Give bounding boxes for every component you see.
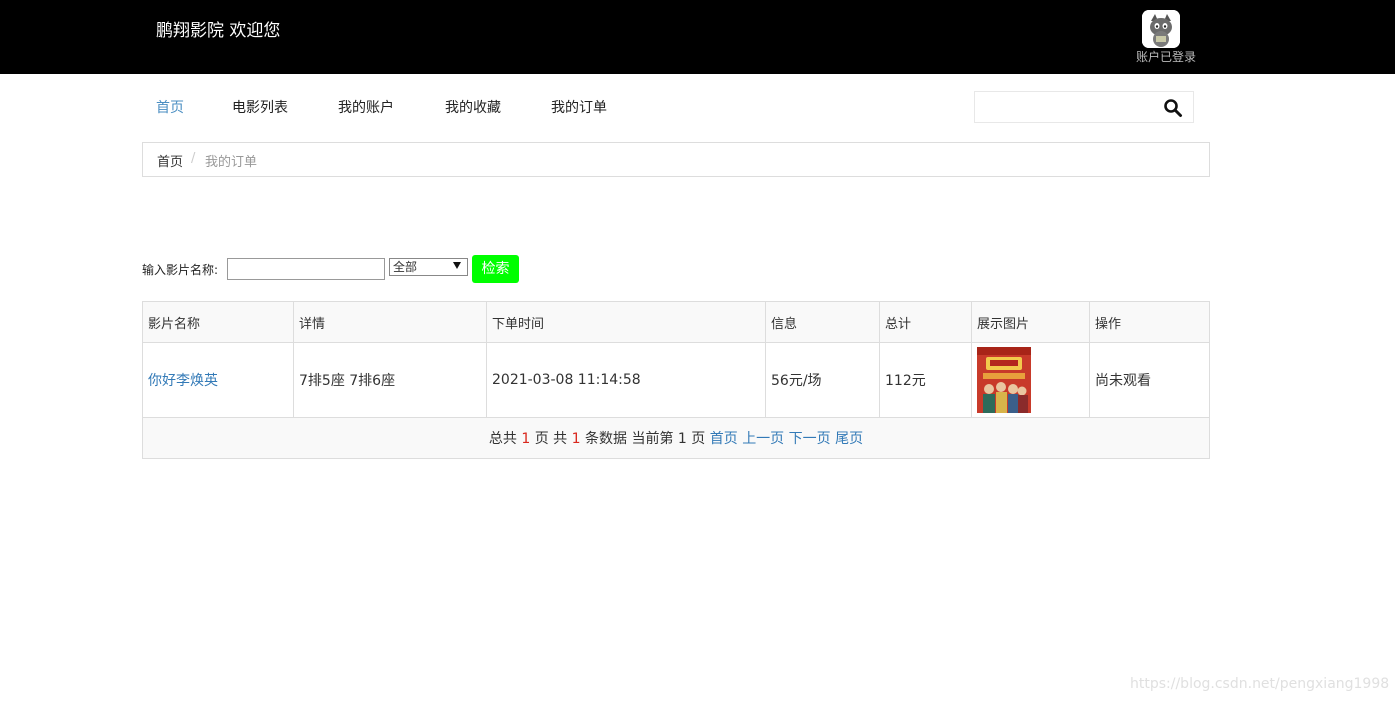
cell-details: 7排5座 7排6座 (293, 342, 487, 418)
cell-order-time: 2021-03-08 11:14:58 (486, 342, 766, 418)
site-brand: 鹏翔影院 欢迎您 (156, 21, 281, 41)
status-select[interactable]: 全部 (389, 258, 468, 276)
top-header: 鹏翔影院 欢迎您 账户已登录 (0, 0, 1395, 74)
cell-total: 112元 (879, 342, 972, 418)
breadcrumb-separator: / (191, 151, 196, 166)
total-pages-count: 1 (521, 431, 531, 447)
watermark: https://blog.csdn.net/pengxiang1998 (1130, 676, 1390, 692)
user-avatar-icon[interactable] (1142, 10, 1180, 48)
movie-poster-image[interactable] (977, 347, 1031, 413)
breadcrumb-current: 我的订单 (205, 155, 258, 170)
first-page-link[interactable]: 首页 (710, 431, 738, 447)
status-select-value: 全部 (393, 260, 418, 274)
movie-title-link[interactable]: 你好李焕英 (148, 373, 218, 389)
pagination: 总共 1 页 共 1 条数据 当前第 1 页 首页 上一页 下一页 尾页 (142, 417, 1210, 459)
cell-poster (971, 342, 1090, 418)
pager-text: 页 共 (534, 431, 568, 447)
dropdown-arrow-icon (453, 262, 461, 269)
movie-name-input[interactable] (227, 258, 385, 280)
pager-text: 总共 (488, 431, 517, 447)
movie-name-label: 输入影片名称: (142, 263, 219, 277)
breadcrumb: 首页 / 我的订单 (142, 142, 1210, 177)
orders-table: 影片名称 详情 下单时间 信息 总计 展示图片 操作 你好李焕英 7排5座 7排… (142, 301, 1210, 459)
cell-action: 尚未观看 (1089, 342, 1210, 418)
next-page-link[interactable]: 下一页 (789, 431, 831, 447)
nav-item-movie-list[interactable]: 电影列表 (232, 97, 288, 117)
table-row: 你好李焕英 7排5座 7排6座 2021-03-08 11:14:58 56元/… (142, 342, 1210, 418)
column-header: 下单时间 (486, 301, 766, 343)
nav-item-my-account[interactable]: 我的账户 (338, 97, 394, 117)
total-records-count: 1 (571, 431, 581, 447)
search-icon[interactable] (1163, 98, 1183, 118)
nav-item-home[interactable]: 首页 (156, 97, 184, 117)
column-header: 展示图片 (971, 301, 1090, 343)
nav-item-my-orders[interactable]: 我的订单 (551, 97, 607, 117)
breadcrumb-home-link[interactable]: 首页 (157, 151, 183, 170)
pagination-row: 总共 1 页 共 1 条数据 当前第 1 页 首页 上一页 下一页 尾页 (142, 417, 1210, 459)
column-header: 影片名称 (142, 301, 294, 343)
search-button[interactable]: 检索 (472, 255, 519, 283)
pager-text: 条数据 当前第 1 页 (585, 431, 706, 447)
column-header: 总计 (879, 301, 972, 343)
column-header: 详情 (293, 301, 487, 343)
cell-info: 56元/场 (765, 342, 880, 418)
cell-title: 你好李焕英 (142, 342, 294, 418)
prev-page-link[interactable]: 上一页 (742, 431, 784, 447)
table-header-row: 影片名称 详情 下单时间 信息 总计 展示图片 操作 (142, 301, 1210, 343)
nav-item-my-favorites[interactable]: 我的收藏 (445, 97, 501, 117)
login-status: 账户已登录 (1136, 50, 1197, 64)
column-header: 操作 (1089, 301, 1210, 343)
last-page-link[interactable]: 尾页 (835, 431, 863, 447)
column-header: 信息 (765, 301, 880, 343)
nav-search-input[interactable] (974, 91, 1194, 123)
